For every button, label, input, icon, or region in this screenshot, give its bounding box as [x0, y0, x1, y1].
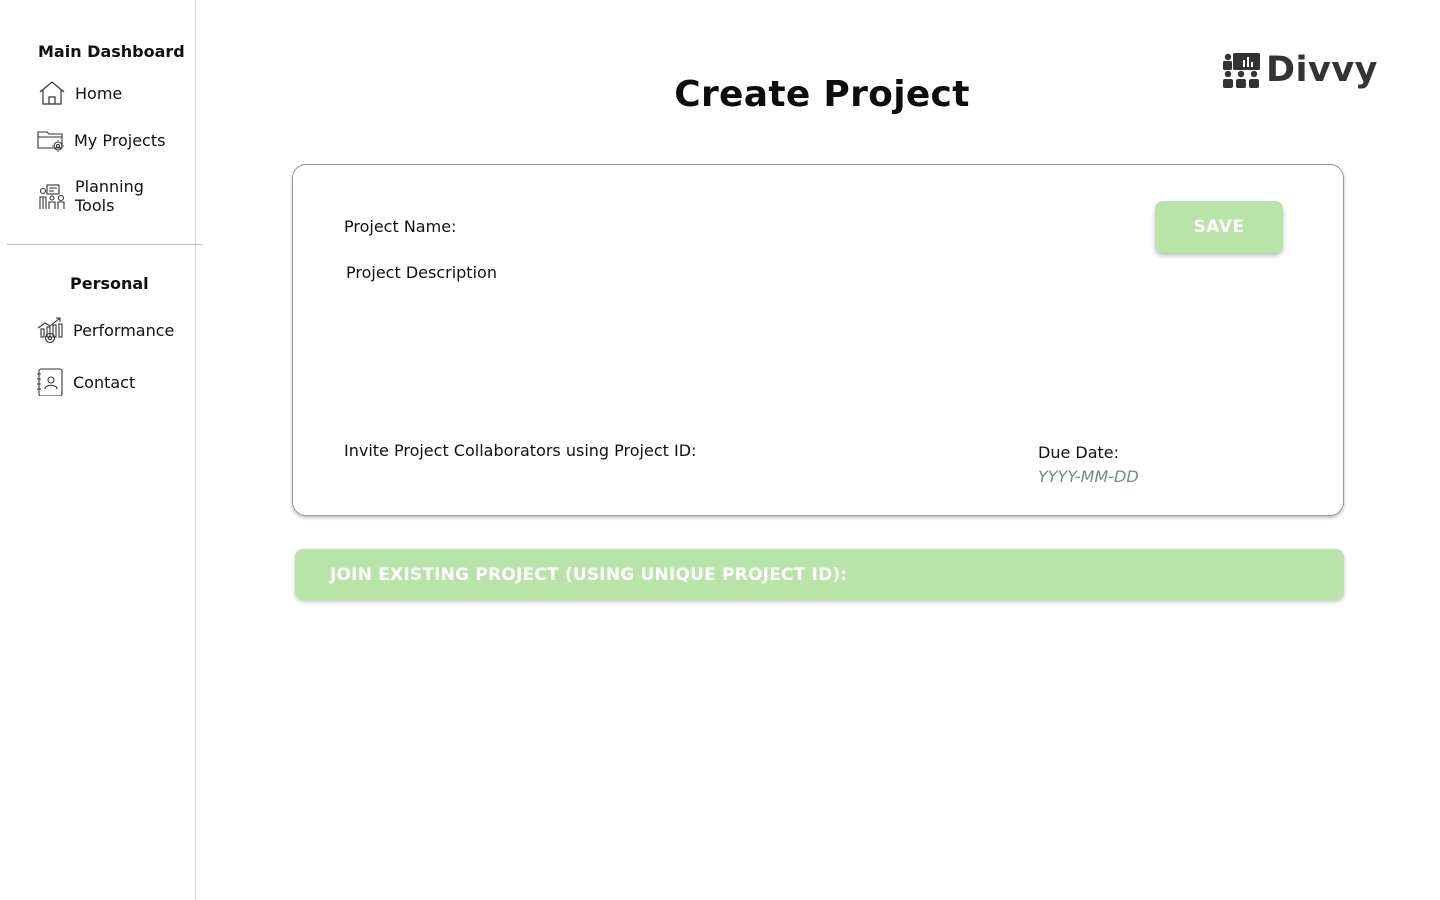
folder-gear-icon [37, 126, 65, 154]
project-name-label: Project Name: [344, 217, 457, 236]
main-dashboard-title: Main Dashboard [38, 42, 185, 61]
page-title: Create Project [674, 74, 970, 115]
divvy-logo[interactable]: Divvy [1222, 50, 1378, 90]
sidebar-item-my-projects[interactable]: My Projects [37, 126, 165, 154]
join-existing-project-label: JOIN EXISTING PROJECT (USING UNIQUE PROJ… [330, 564, 848, 585]
project-description-label: Project Description [346, 263, 497, 282]
chart-growth-icon [36, 316, 64, 344]
create-project-page: Main Dashboard Home My Projects Planning… [0, 0, 1440, 900]
invite-collaborators-label: Invite Project Collaborators using Proje… [344, 441, 697, 460]
join-existing-project-button[interactable]: JOIN EXISTING PROJECT (USING UNIQUE PROJ… [295, 549, 1344, 600]
save-button[interactable]: SAVE [1155, 201, 1283, 253]
project-name-input[interactable] [463, 214, 1123, 238]
collaborator-id-input[interactable] [344, 465, 944, 489]
personal-section-title: Personal [70, 274, 149, 293]
sidebar-divider [7, 244, 202, 245]
sidebar-item-contact[interactable]: Contact [36, 368, 135, 396]
contact-book-icon [36, 368, 64, 396]
sidebar-item-planning-tools[interactable]: Planning Tools [38, 177, 165, 215]
due-date-label: Due Date: [1038, 443, 1120, 462]
sidebar-item-label: Planning Tools [75, 177, 144, 215]
sidebar-item-performance[interactable]: Performance [36, 316, 174, 344]
team-planning-icon [38, 182, 66, 210]
sidebar-item-label: Performance [73, 320, 175, 340]
project-description-input[interactable] [346, 289, 1286, 419]
due-date-input[interactable] [1038, 465, 1238, 487]
team-presentation-icon [1222, 50, 1262, 90]
logo-text: Divvy [1266, 50, 1378, 90]
sidebar: Main Dashboard Home My Projects Planning… [0, 0, 202, 900]
create-project-form: Project Name: SAVE Project Description I… [292, 164, 1344, 516]
sidebar-item-label: Home [75, 83, 123, 103]
sidebar-item-label: Contact [73, 372, 136, 392]
sidebar-item-home[interactable]: Home [38, 79, 122, 107]
home-icon [38, 79, 66, 107]
sidebar-item-label: My Projects [74, 130, 166, 150]
